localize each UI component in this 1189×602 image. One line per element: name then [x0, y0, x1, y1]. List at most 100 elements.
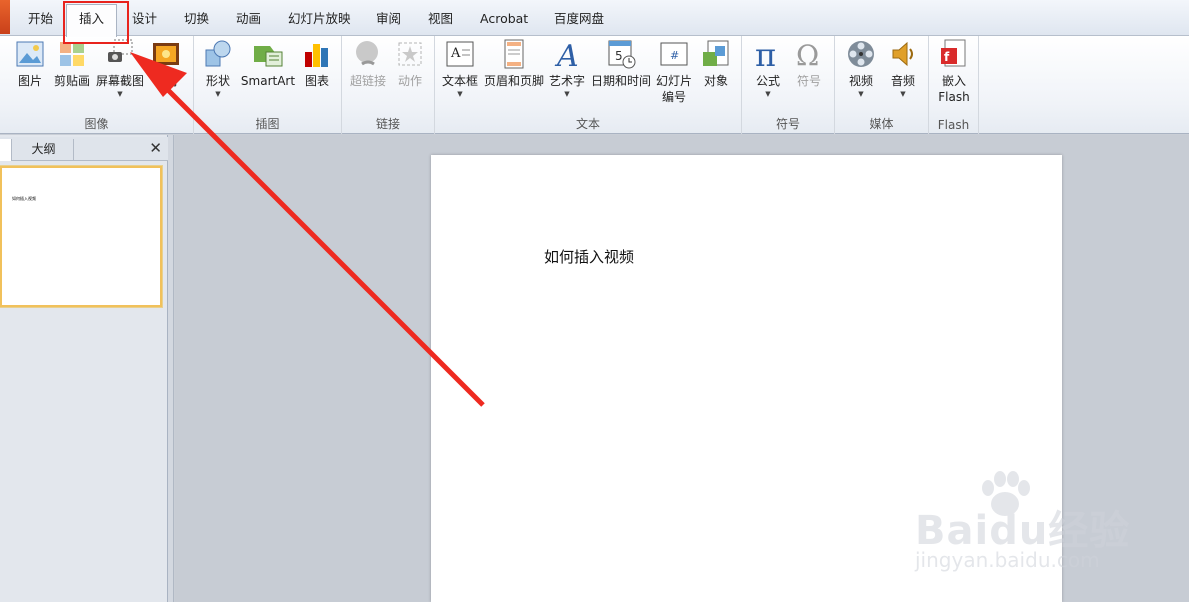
group-links: 超链接 动作 链接: [342, 36, 435, 134]
wordart-button[interactable]: A 艺术字 ▼: [547, 38, 587, 98]
picture-button[interactable]: 图片: [12, 38, 48, 89]
embed-flash-label-1: 嵌入: [941, 74, 966, 88]
group-images-label: 图像: [84, 117, 109, 131]
file-menu-button[interactable]: [0, 0, 10, 34]
slide-number-button[interactable]: # 幻灯片 编号: [654, 38, 694, 105]
clipart-label: 剪贴画: [53, 74, 90, 88]
flash-document-icon: f: [941, 39, 966, 67]
tab-slides[interactable]: [0, 139, 12, 161]
close-icon[interactable]: ✕: [149, 138, 162, 158]
embed-flash-label-2: Flash: [938, 90, 970, 104]
chevron-down-icon: ▼: [765, 90, 771, 98]
symbol-label: 符号: [796, 74, 821, 88]
object-label: 对象: [703, 74, 728, 88]
action-star-icon: [398, 42, 422, 66]
action-label: 动作: [397, 74, 422, 88]
screenshot-button[interactable]: 屏幕截图 ▼: [95, 38, 145, 98]
group-media: 视频 ▼ 音频 ▼ 媒体: [835, 36, 929, 134]
picture-label: 图片: [17, 74, 42, 88]
video-label: 视频: [848, 74, 873, 88]
slide-text-box[interactable]: 如何插入视频: [544, 246, 634, 267]
textbox-label: 文本框: [441, 74, 478, 88]
group-flash-label: Flash: [937, 118, 970, 132]
symbol-button[interactable]: Ω 符号: [792, 38, 826, 89]
photo-album-button[interactable]: 相册: [148, 38, 184, 89]
textbox-button[interactable]: A 文本框 ▼: [440, 38, 480, 98]
header-footer-label: 页眉和页脚: [483, 74, 544, 88]
chart-label: 图表: [304, 74, 329, 88]
globe-link-icon: [356, 41, 378, 66]
baidu-jingyan-watermark: Baidu经验 jingyan.baidu.com: [905, 470, 1165, 580]
tab-animations[interactable]: 动画: [236, 9, 261, 31]
smartart-label: SmartArt: [240, 74, 296, 88]
svg-text:π: π: [755, 38, 776, 70]
pane-tabs: 大纲 ✕: [0, 137, 168, 161]
annotation-highlight-box: [63, 1, 129, 44]
audio-button[interactable]: 音频 ▼: [885, 38, 921, 98]
header-footer-button[interactable]: 页眉和页脚: [483, 38, 545, 89]
svg-text:A: A: [554, 39, 579, 70]
tab-slideshow[interactable]: 幻灯片放映: [288, 9, 351, 31]
watermark-url: jingyan.baidu.com: [915, 548, 1100, 572]
svg-text:5: 5: [615, 49, 623, 63]
tab-baidu-netdisk[interactable]: 百度网盘: [554, 9, 604, 31]
tab-review[interactable]: 审阅: [376, 9, 401, 31]
group-images: 图片 剪贴画 屏幕截图 ▼ 相册 图像: [0, 36, 194, 134]
action-button[interactable]: 动作: [392, 38, 428, 89]
slides-pane: 大纲 ✕ 如何插入视频: [0, 135, 168, 602]
wordart-label: 艺术字: [548, 74, 585, 88]
smartart-icon: [254, 46, 283, 67]
photo-album-label: 相册: [153, 74, 178, 88]
svg-text:f: f: [944, 50, 950, 64]
shapes-button[interactable]: 形状 ▼: [200, 38, 236, 98]
object-icon: [703, 40, 729, 66]
audio-label: 音频: [890, 74, 915, 88]
equation-label: 公式: [755, 74, 780, 88]
tab-view[interactable]: 视图: [428, 9, 453, 31]
object-button[interactable]: 对象: [697, 38, 735, 89]
svg-text:#: #: [670, 49, 679, 62]
clipart-button[interactable]: 剪贴画: [52, 38, 92, 89]
hyperlink-label: 超链接: [349, 74, 386, 88]
thumbnail-text: 如何插入视频: [12, 196, 36, 201]
tab-transitions[interactable]: 切换: [184, 9, 209, 31]
chevron-down-icon: ▼: [117, 90, 123, 98]
speaker-icon: [892, 41, 913, 67]
video-button[interactable]: 视频 ▼: [843, 38, 879, 98]
smartart-button[interactable]: SmartArt: [240, 38, 296, 89]
chart-button[interactable]: 图表: [300, 38, 334, 89]
picture-icon: [16, 41, 44, 67]
group-illustrations-label: 插图: [255, 117, 280, 131]
group-links-label: 链接: [375, 117, 400, 131]
group-flash: f 嵌入 Flash Flash: [929, 36, 979, 134]
chevron-down-icon: ▼: [457, 90, 463, 98]
slide-number-label-1: 幻灯片: [655, 74, 692, 88]
equation-button[interactable]: π 公式 ▼: [750, 38, 786, 98]
chevron-down-icon: ▼: [858, 90, 864, 98]
slide-thumbnail[interactable]: 如何插入视频: [0, 166, 162, 307]
datetime-button[interactable]: 5 日期和时间: [590, 38, 652, 89]
group-text: A 文本框 ▼ 页眉和页脚 A 艺术字 ▼ 5 日期和时间 # 幻灯片 编号 对…: [435, 36, 742, 134]
pane-splitter[interactable]: [168, 135, 174, 602]
pi-icon: π: [755, 38, 776, 70]
tab-acrobat[interactable]: Acrobat: [480, 9, 528, 31]
calendar-clock-icon: 5: [608, 40, 636, 69]
chevron-down-icon: ▼: [215, 90, 221, 98]
tab-design[interactable]: 设计: [132, 9, 157, 31]
slide-number-label-2: 编号: [661, 90, 686, 104]
group-text-label: 文本: [575, 117, 600, 131]
group-media-label: 媒体: [869, 117, 894, 131]
shapes-label: 形状: [205, 74, 230, 88]
group-symbols-label: 符号: [775, 117, 800, 131]
embed-flash-button[interactable]: f 嵌入 Flash: [935, 38, 973, 105]
tab-outline[interactable]: 大纲: [14, 139, 74, 161]
tab-home[interactable]: 开始: [28, 9, 53, 31]
svg-text:A: A: [450, 46, 461, 61]
screenshot-label: 屏幕截图: [95, 74, 144, 88]
textbox-icon: A: [446, 41, 474, 67]
omega-icon: Ω: [796, 39, 819, 70]
hyperlink-button[interactable]: 超链接: [348, 38, 388, 89]
ribbon-tab-strip: 开始 插入 设计 切换 动画 幻灯片放映 审阅 视图 Acrobat 百度网盘: [0, 0, 1189, 37]
chevron-down-icon: ▼: [564, 90, 570, 98]
header-footer-icon: [504, 39, 524, 69]
